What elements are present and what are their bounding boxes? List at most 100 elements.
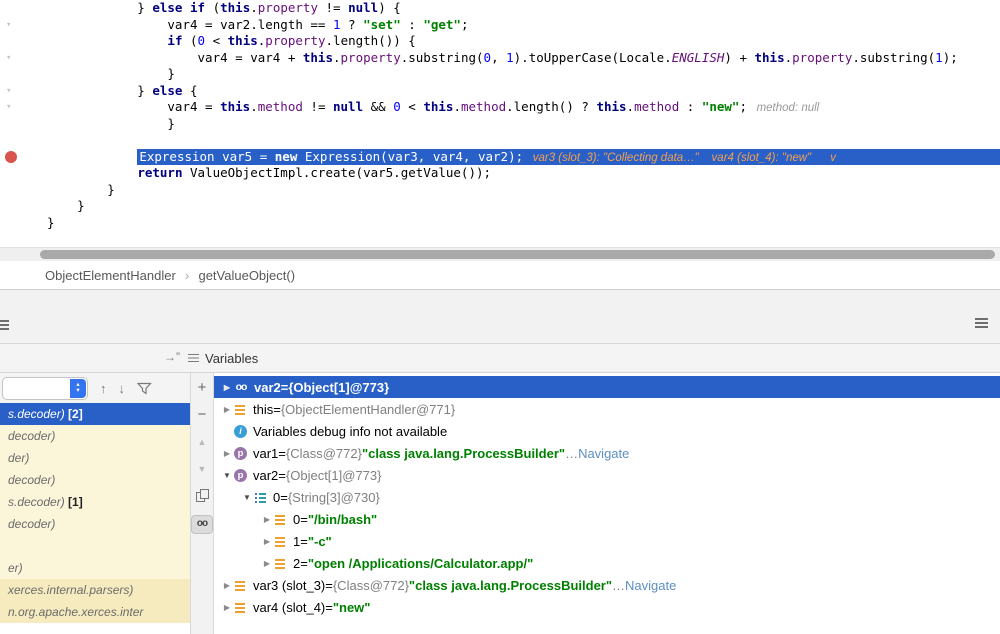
debugger-tabs-bar: →” Variables — [0, 344, 1000, 373]
next-frame-icon[interactable]: ↓ — [119, 381, 126, 396]
expand-icon[interactable]: ▶ — [220, 581, 234, 590]
code-line[interactable] — [0, 132, 1000, 149]
filter-icon[interactable] — [137, 382, 152, 395]
variable-row[interactable]: ▼pvar2 = {Object[1]@773} — [214, 464, 1000, 486]
variable-row[interactable]: ▶pvar1 = {Class@772} "class java.lang.Pr… — [214, 442, 1000, 464]
editor-gutter — [0, 132, 47, 149]
numlist-icon — [254, 491, 267, 504]
variable-row[interactable]: ▶oovar2 = {Object[1]@773} — [214, 376, 1000, 398]
code-line[interactable]: ▾ var4 = var2.length == 1 ? "set" : "get… — [0, 17, 1000, 34]
variables-tab-label: Variables — [205, 351, 258, 366]
breadcrumb: ObjectElementHandler › getValueObject() — [0, 261, 1000, 290]
frame-row[interactable] — [0, 535, 190, 557]
thread-selector-value — [3, 382, 8, 394]
editor-gutter: ▾ — [0, 99, 47, 116]
show-watches-button[interactable]: oo — [191, 515, 213, 534]
expand-icon[interactable]: ▶ — [260, 515, 274, 524]
variable-row[interactable]: ▼0 = {String[3]@730} — [214, 486, 1000, 508]
fold-icon[interactable]: ▾ — [6, 52, 11, 64]
thread-selector[interactable]: ▴ ▾ — [2, 377, 88, 400]
debug-panel: ▴ ▾ ↑ ↓ s.decoder) [2]decoder)der)decode… — [0, 373, 1000, 634]
combo-stepper-icon[interactable]: ▴ ▾ — [70, 379, 86, 398]
editor-gutter — [0, 149, 47, 166]
variable-row[interactable]: ▶var4 (slot_4) = "new" — [214, 596, 1000, 618]
expand-icon[interactable]: ▶ — [260, 537, 274, 546]
editor-gutter: ▾ — [0, 17, 47, 34]
editor-gutter — [0, 182, 47, 199]
expand-icon[interactable]: ▶ — [220, 603, 234, 612]
debugger-settings-icon[interactable] — [0, 320, 9, 330]
code-line[interactable]: ▾ var4 = var4 + this.property.substring(… — [0, 50, 1000, 67]
fold-icon[interactable]: ▾ — [6, 19, 11, 31]
frames-panel: ▴ ▾ ↑ ↓ s.decoder) [2]decoder)der)decode… — [0, 373, 190, 634]
remove-watch-button[interactable]: − — [198, 408, 207, 422]
code-line[interactable]: } else if (this.property != null) { — [0, 0, 1000, 17]
bars-icon — [234, 601, 247, 614]
collapse-icon[interactable]: ▼ — [240, 493, 254, 502]
variable-row[interactable]: iVariables debug info not available — [214, 420, 1000, 442]
move-up-button[interactable]: ▲ — [198, 435, 207, 449]
code-line[interactable]: ▾ } else { — [0, 83, 1000, 100]
code-line[interactable]: } — [0, 182, 1000, 199]
editor-horizontal-scrollbar[interactable] — [0, 247, 1000, 261]
breakpoint-icon[interactable] — [5, 151, 17, 163]
variable-row[interactable]: ▶2 = "open /Applications/Calculator.app/… — [214, 552, 1000, 574]
editor-gutter — [0, 116, 47, 133]
scrollbar-thumb[interactable] — [40, 250, 995, 259]
param-icon: p — [234, 447, 247, 460]
frames-list: s.decoder) [2]decoder)der)decoder)s.deco… — [0, 403, 190, 634]
variable-row[interactable]: ▶0 = "/bin/bash" — [214, 508, 1000, 530]
fold-icon[interactable]: ▾ — [6, 101, 11, 113]
tab-variables[interactable]: Variables — [188, 344, 258, 372]
watch-icon: oo — [234, 381, 248, 393]
bars-icon — [274, 535, 287, 548]
frame-row[interactable]: er) — [0, 557, 190, 579]
variables-panel: ▶oovar2 = {Object[1]@773}▶this = {Object… — [214, 373, 1000, 634]
collapse-icon[interactable]: ▼ — [220, 471, 234, 480]
code-editor[interactable]: } else if (this.property != null) {▾ var… — [0, 0, 1000, 247]
expand-icon[interactable]: ▶ — [220, 405, 234, 414]
code-line[interactable]: } — [0, 66, 1000, 83]
layout-menu-icon[interactable] — [975, 318, 988, 328]
code-line[interactable]: } — [0, 116, 1000, 133]
code-line[interactable]: if (0 < this.property.length()) { — [0, 33, 1000, 50]
debugger-toolbar-strip — [0, 290, 1000, 344]
expand-icon[interactable]: ▶ — [260, 559, 274, 568]
frame-row[interactable]: der) — [0, 447, 190, 469]
editor-gutter — [0, 0, 47, 17]
editor-gutter — [0, 66, 47, 83]
code-line[interactable]: ▾ var4 = this.method != null && 0 < this… — [0, 99, 1000, 116]
variables-tab-icon — [188, 354, 199, 363]
add-watch-button[interactable]: + — [198, 381, 207, 395]
frame-row[interactable]: s.decoder) [2] — [0, 403, 190, 425]
frame-row[interactable]: s.decoder) [1] — [0, 491, 190, 513]
duplicate-watch-icon[interactable] — [196, 489, 209, 502]
breadcrumb-class[interactable]: ObjectElementHandler — [45, 268, 176, 283]
ide-window: } else if (this.property != null) {▾ var… — [0, 0, 1000, 634]
move-down-button[interactable]: ▼ — [198, 462, 207, 476]
editor-gutter: ▾ — [0, 83, 47, 100]
breadcrumb-method[interactable]: getValueObject() — [198, 268, 295, 283]
frame-row[interactable]: xerces.internal.parsers) — [0, 579, 190, 601]
frame-row[interactable]: n.org.apache.xerces.inter — [0, 601, 190, 623]
frame-row[interactable]: decoder) — [0, 469, 190, 491]
fold-icon[interactable]: ▾ — [6, 85, 11, 97]
code-line[interactable]: Expression var5 = new Expression(var3, v… — [0, 149, 1000, 166]
expand-icon[interactable]: ▶ — [220, 383, 234, 392]
code-line[interactable]: return ValueObjectImpl.create(var5.getVa… — [0, 165, 1000, 182]
variables-tree: ▶oovar2 = {Object[1]@773}▶this = {Object… — [214, 376, 1000, 618]
code-line[interactable]: } — [0, 215, 1000, 232]
variable-row[interactable]: ▶1 = "-c" — [214, 530, 1000, 552]
prev-frame-icon[interactable]: ↑ — [100, 381, 107, 396]
frame-row[interactable]: decoder) — [0, 425, 190, 447]
expand-icon[interactable]: ▶ — [220, 449, 234, 458]
add-to-watches-icon[interactable]: →” — [164, 350, 180, 364]
chevron-right-icon: › — [185, 267, 190, 283]
bars-icon — [274, 557, 287, 570]
variable-row[interactable]: ▶var3 (slot_3) = {Class@772} "class java… — [214, 574, 1000, 596]
editor-gutter — [0, 165, 47, 182]
code-line[interactable]: } — [0, 198, 1000, 215]
watches-toolbar: + − ▲ ▼ oo — [190, 373, 214, 634]
frame-row[interactable]: decoder) — [0, 513, 190, 535]
variable-row[interactable]: ▶this = {ObjectElementHandler@771} — [214, 398, 1000, 420]
